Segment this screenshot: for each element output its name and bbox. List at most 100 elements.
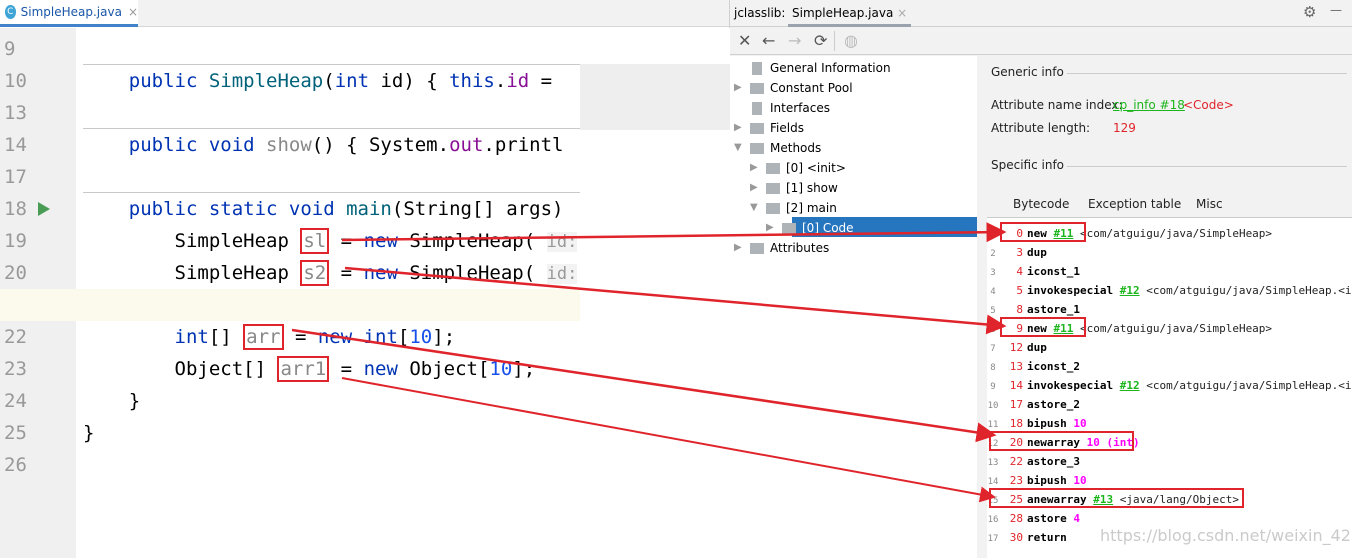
minimize-icon[interactable]: — bbox=[1330, 3, 1342, 17]
tab-jclasslib-simpleheap[interactable]: SimpleHeap.java × bbox=[788, 0, 912, 27]
tree-item[interactable]: ▶ Constant Pool bbox=[734, 78, 853, 98]
code-token: int bbox=[83, 326, 209, 348]
code-line: SimpleHeap s2 = new SimpleHeap( id: bbox=[83, 257, 580, 289]
web-icon[interactable]: ◍ bbox=[844, 31, 858, 50]
operand-comment: <com/atguigu/java/SimpleHeap> bbox=[1080, 227, 1273, 240]
row-number: 3 bbox=[990, 268, 996, 278]
code-token: [] bbox=[208, 326, 244, 348]
tree-item[interactable]: General Information bbox=[734, 58, 891, 78]
bytecode-list[interactable]: 1 0 new #11 <com/atguigu/java/SimpleHeap> 2… bbox=[987, 217, 1352, 558]
tree-item[interactable]: ▶ [0] Code bbox=[766, 218, 854, 238]
opcode: invokespecial bbox=[1027, 284, 1114, 297]
tree-item-label: Methods bbox=[770, 141, 822, 155]
expand-arrow-icon[interactable]: ▶ bbox=[734, 118, 750, 138]
annotation-box bbox=[989, 431, 1134, 451]
tree-item-label: [0] <init> bbox=[786, 161, 846, 175]
line-number: 13 bbox=[4, 102, 27, 124]
expand-arrow-icon[interactable]: ▼ bbox=[750, 198, 766, 218]
expand-arrow-icon[interactable]: ▼ bbox=[734, 138, 750, 158]
tree-item[interactable]: ▶ Fields bbox=[734, 118, 804, 138]
attr-length-label: Attribute length: bbox=[991, 121, 1091, 135]
tab-label: SimpleHeap.java bbox=[792, 6, 894, 20]
tree-item[interactable]: ▼ [2] main bbox=[750, 198, 837, 218]
operand-comment: <com/atguigu/java/SimpleHeap.<init bbox=[1146, 284, 1352, 297]
expand-arrow-icon[interactable]: ▶ bbox=[750, 158, 766, 178]
code-token: SimpleHeap bbox=[83, 262, 301, 284]
jclasslib-label: jclasslib: bbox=[734, 6, 786, 20]
bytecode-row[interactable]: 4 5 invokespecial #12 <com/atguigu/java/Si… bbox=[987, 281, 1352, 300]
row-number: 9 bbox=[990, 382, 996, 392]
bytecode-row[interactable]: 2 3 dup bbox=[987, 243, 1352, 262]
tree-item[interactable]: ▼ Methods bbox=[734, 138, 821, 158]
tree-item[interactable]: ▶ [1] show bbox=[750, 178, 838, 198]
bytecode-row[interactable]: 9 14 invokespecial #12 <com/atguigu/java/S… bbox=[987, 376, 1352, 395]
expand-arrow-icon[interactable]: ▶ bbox=[750, 178, 766, 198]
code-token: Object[] bbox=[83, 358, 278, 380]
bytecode-row[interactable]: 8 13 iconst_2 bbox=[987, 357, 1352, 376]
folder-icon bbox=[750, 242, 764, 254]
opcode: dup bbox=[1027, 246, 1047, 259]
close-tab-icon[interactable]: × bbox=[897, 6, 907, 20]
line-number: 9 bbox=[4, 38, 16, 60]
highlighted-variable: s2 bbox=[300, 260, 330, 286]
tree-item[interactable]: Interfaces bbox=[734, 98, 830, 118]
bytecode-row[interactable]: 10 17 astore_2 bbox=[987, 395, 1352, 414]
refresh-icon[interactable]: ⟳ bbox=[814, 31, 827, 50]
line-number: 23 bbox=[4, 358, 27, 380]
code-token: new bbox=[363, 262, 410, 284]
gear-icon[interactable]: ⚙ bbox=[1303, 3, 1316, 21]
cp-info-link[interactable]: cp_info #18 bbox=[1113, 98, 1185, 112]
specific-info-heading: Specific info bbox=[991, 158, 1065, 172]
opcode: astore_1 bbox=[1027, 303, 1080, 316]
line-number: 18 bbox=[4, 198, 27, 220]
tree-item-label: Attributes bbox=[770, 241, 830, 255]
code-token: new int bbox=[317, 326, 398, 348]
code-area[interactable]: public SimpleHeap(int id) { this.id = pu… bbox=[76, 28, 580, 558]
expand-arrow-icon[interactable]: ▶ bbox=[766, 218, 782, 238]
file-icon bbox=[752, 61, 762, 75]
code-token: public void bbox=[83, 134, 267, 156]
code-token: () { System. bbox=[311, 134, 450, 156]
opcode: iconst_1 bbox=[1027, 265, 1080, 278]
offset: 12 bbox=[1009, 341, 1023, 354]
line-number: 25 bbox=[4, 422, 27, 444]
code-line: SimpleHeap sl = new SimpleHeap( id: bbox=[83, 225, 580, 257]
code-line: Object[] arr1 = new Object[10]; bbox=[83, 353, 580, 385]
constant-ref-link[interactable]: #12 bbox=[1120, 284, 1140, 297]
tab-simpleheap-java[interactable]: C SimpleHeap.java × bbox=[0, 0, 138, 27]
minimap[interactable] bbox=[580, 28, 730, 558]
watermark: https://blog.csdn.net/weixin_42638946 bbox=[1100, 526, 1352, 545]
bytecode-row[interactable]: 7 12 dup bbox=[987, 338, 1352, 357]
line-number: 20 bbox=[4, 262, 27, 284]
run-icon[interactable] bbox=[38, 202, 50, 216]
constant-ref-link[interactable]: #12 bbox=[1120, 379, 1140, 392]
highlighted-variable: arr1 bbox=[277, 356, 330, 382]
close-icon[interactable]: ✕ bbox=[738, 31, 751, 50]
tree-item[interactable]: ▶ [0] <init> bbox=[750, 158, 846, 178]
expand-arrow-icon[interactable]: ▶ bbox=[734, 78, 750, 98]
back-icon[interactable]: ← bbox=[762, 31, 775, 50]
offset: 30 bbox=[1009, 531, 1023, 544]
code-token: new bbox=[363, 230, 410, 252]
tree-item[interactable]: ▶ Attributes bbox=[734, 238, 829, 258]
row-number: 16 bbox=[987, 515, 999, 525]
bytecode-row[interactable]: 13 22 astore_3 bbox=[987, 452, 1352, 471]
code-token: Object[ bbox=[409, 358, 490, 380]
code-line: public void show() { System.out.printl bbox=[83, 129, 580, 161]
code-token: SimpleHeap( bbox=[409, 262, 547, 284]
opcode: return bbox=[1027, 531, 1067, 544]
class-tree[interactable]: General Information ▶ Constant Pool Interfa… bbox=[730, 56, 977, 558]
row-number: 10 bbox=[987, 401, 999, 411]
bytecode-row[interactable]: 3 4 iconst_1 bbox=[987, 262, 1352, 281]
forward-icon[interactable]: → bbox=[788, 31, 801, 50]
expand-arrow-icon[interactable]: ▶ bbox=[734, 238, 750, 258]
operand: 10 bbox=[1073, 474, 1087, 487]
tab-exception-table[interactable]: Exception table bbox=[1088, 197, 1181, 211]
line-number: 22 bbox=[4, 326, 27, 348]
tab-misc[interactable]: Misc bbox=[1196, 197, 1223, 211]
close-tab-icon[interactable]: × bbox=[128, 5, 138, 19]
line-number: 10 bbox=[4, 70, 27, 92]
code-token: int bbox=[334, 70, 381, 92]
